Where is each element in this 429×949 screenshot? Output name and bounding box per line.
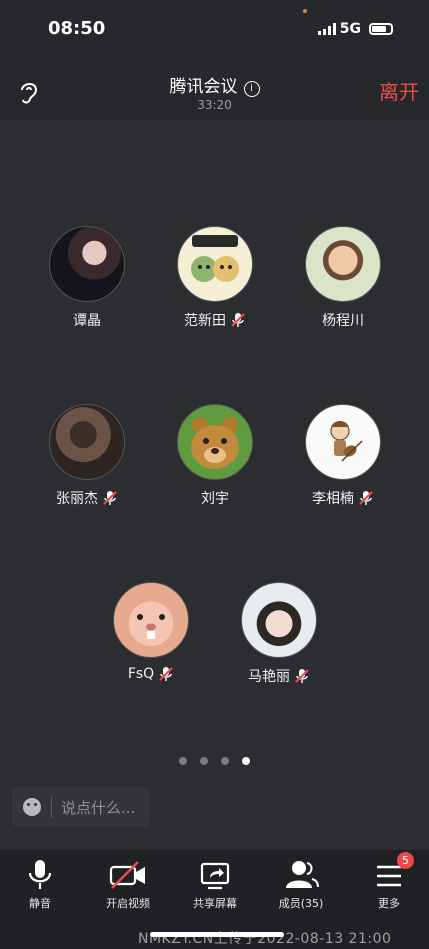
page-dot[interactable] <box>200 757 208 765</box>
avatar-image <box>191 235 239 282</box>
avatar-image <box>330 421 363 462</box>
start-video-button[interactable]: 开启视频 <box>88 858 168 911</box>
participant-name: 刘宇 <box>201 491 229 507</box>
meeting-title[interactable]: 腾讯会议 i <box>0 72 429 97</box>
members-label: 成员(35) <box>278 897 324 910</box>
avatar <box>177 226 253 302</box>
page-dot[interactable] <box>179 757 187 765</box>
participant-name: FsQ <box>127 666 155 682</box>
meeting-duration: 33:20 <box>197 98 232 112</box>
avatar <box>49 404 125 480</box>
participant-name: 谭晶 <box>73 313 101 329</box>
avatar-image <box>137 614 165 639</box>
home-indicator[interactable] <box>150 932 284 937</box>
mic-muted-icon <box>295 669 309 683</box>
participant-tile[interactable]: 范新田 <box>155 226 275 330</box>
status-bar: 08:50 5G <box>0 0 429 58</box>
share-screen-button[interactable]: 共享屏幕 <box>175 858 255 911</box>
participant-tile[interactable]: FsQ <box>91 582 211 682</box>
avatar <box>177 404 253 480</box>
members-icon <box>286 861 319 888</box>
avatar <box>305 404 381 480</box>
divider <box>51 796 52 818</box>
avatar <box>49 226 125 302</box>
participant-name: 张丽杰 <box>56 491 98 507</box>
participant-tile[interactable]: 杨程川 <box>283 226 403 330</box>
battery-icon <box>369 23 393 35</box>
participant-name: 杨程川 <box>322 313 364 329</box>
participant-name: 李相楠 <box>312 491 354 507</box>
info-icon[interactable]: i <box>243 81 260 97</box>
leave-button[interactable]: 离开 <box>379 76 419 105</box>
page-indicator[interactable] <box>0 757 429 765</box>
avatar <box>241 582 317 658</box>
meeting-header: 腾讯会议 i 33:20 离开 <box>0 58 429 120</box>
watermark-text: NMKZY.CN上传于2022-08-13 21:00 <box>138 931 392 947</box>
participant-name: 马艳丽 <box>248 669 290 685</box>
avatar <box>305 226 381 302</box>
page-dot[interactable] <box>221 757 229 765</box>
mic-muted-icon <box>231 313 245 327</box>
emoji-icon[interactable] <box>23 798 41 816</box>
video-off-icon <box>109 861 145 889</box>
network-type: 5G <box>339 21 361 37</box>
participant-name: 范新田 <box>184 313 226 329</box>
mic-muted-icon <box>103 491 117 505</box>
mic-muted-icon <box>359 491 373 505</box>
participant-tile[interactable]: 张丽杰 <box>27 404 147 508</box>
video-label: 开启视频 <box>106 897 150 910</box>
signal-icon <box>317 23 336 35</box>
participant-tile[interactable]: 刘宇 <box>155 404 275 508</box>
more-label: 更多 <box>378 897 400 910</box>
mute-button[interactable]: 静音 <box>0 858 80 911</box>
avatar <box>113 582 189 658</box>
participant-tile[interactable]: 马艳丽 <box>219 582 339 686</box>
avatar-image <box>191 417 239 469</box>
mic-muted-icon <box>159 667 173 681</box>
participant-tile[interactable]: 李相楠 <box>283 404 403 508</box>
microphone-icon <box>28 860 52 889</box>
meeting-title-text: 腾讯会议 <box>169 77 238 97</box>
share-label: 共享屏幕 <box>193 897 237 910</box>
participant-tile[interactable]: 谭晶 <box>27 226 147 330</box>
notification-badge: 5 <box>397 852 414 869</box>
status-time: 08:50 <box>48 18 106 39</box>
camera-indicator <box>303 9 307 13</box>
members-button[interactable]: 成员(35) <box>261 858 341 911</box>
chat-input[interactable]: 说点什么... <box>12 787 150 827</box>
page-dot-active[interactable] <box>242 757 250 765</box>
share-screen-icon <box>200 862 230 890</box>
chat-placeholder: 说点什么... <box>61 798 136 817</box>
status-icons: 5G <box>317 21 393 37</box>
mute-label: 静音 <box>29 897 51 910</box>
more-button[interactable]: 5 更多 <box>349 852 429 911</box>
